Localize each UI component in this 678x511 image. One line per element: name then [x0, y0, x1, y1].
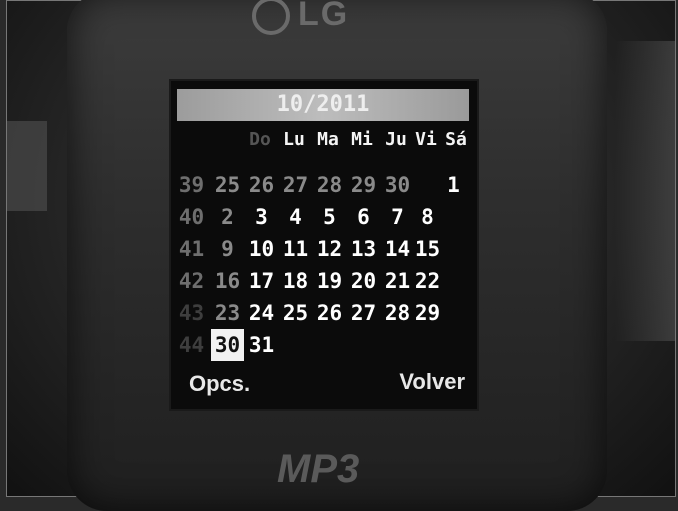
calendar-week-row: 39 25 26 27 28 29 30 1: [171, 169, 477, 201]
photo-frame: LG 10/2011 Do Lu Ma Mi Ju Vi Sá 39 25 26…: [6, 0, 676, 511]
calendar-week-row: 40 2 3 4 5 6 7 8: [171, 201, 477, 233]
day-cell[interactable]: 28: [313, 169, 346, 201]
day-cell[interactable]: 8: [411, 201, 444, 233]
day-cell[interactable]: 1: [437, 169, 470, 201]
day-cell[interactable]: 29: [411, 297, 444, 329]
day-cell[interactable]: 25: [211, 169, 244, 201]
week-number: 40: [178, 205, 205, 229]
day-cell[interactable]: 31: [245, 329, 278, 361]
day-cell[interactable]: 18: [279, 265, 312, 297]
options-softkey[interactable]: Opcs.: [189, 371, 250, 397]
day-cell[interactable]: 29: [347, 169, 380, 201]
logo-text: LG: [298, 0, 350, 33]
background-light: [615, 41, 675, 341]
day-cell[interactable]: 21: [381, 265, 414, 297]
weekday-label: Sá: [445, 129, 467, 150]
back-softkey[interactable]: Volver: [399, 369, 465, 395]
day-cell[interactable]: 6: [347, 201, 380, 233]
weekday-label: Mi: [351, 129, 373, 150]
weekday-label: Ma: [317, 129, 339, 150]
day-cell[interactable]: 7: [381, 201, 414, 233]
device-label: MP3: [277, 447, 360, 491]
weekday-label: Do: [249, 129, 271, 150]
day-cell[interactable]: 23: [211, 297, 244, 329]
day-cell[interactable]: 13: [347, 233, 380, 265]
calendar-week-row: 42 16 17 18 19 20 21 22: [171, 265, 477, 297]
weekday-label: Ju: [385, 129, 407, 150]
calendar-week-row: 43 23 24 25 26 27 28 29: [171, 297, 477, 329]
day-cell[interactable]: 28: [381, 297, 414, 329]
day-cell[interactable]: 3: [245, 201, 278, 233]
week-number: 41: [178, 237, 205, 261]
week-number: 43: [178, 301, 205, 325]
day-cell[interactable]: 10: [245, 233, 278, 265]
week-number: 42: [178, 269, 205, 293]
logo-circle-icon: [252, 0, 290, 36]
week-number: 44: [178, 333, 205, 357]
calendar-week-row: 41 9 10 11 12 13 14 15: [171, 233, 477, 265]
day-cell[interactable]: 26: [245, 169, 278, 201]
day-cell[interactable]: 24: [245, 297, 278, 329]
day-cell[interactable]: 14: [381, 233, 414, 265]
day-cell[interactable]: 30: [381, 169, 414, 201]
day-cell[interactable]: 19: [313, 265, 346, 297]
day-cell[interactable]: 25: [279, 297, 312, 329]
week-number: 39: [178, 173, 205, 197]
phone-screen: 10/2011 Do Lu Ma Mi Ju Vi Sá 39 25 26 27…: [169, 79, 479, 411]
weekday-header: Do Lu Ma Mi Ju Vi Sá: [171, 129, 477, 157]
day-cell[interactable]: 12: [313, 233, 346, 265]
day-cell[interactable]: 4: [279, 201, 312, 233]
day-cell[interactable]: 5: [313, 201, 346, 233]
selected-day-cell[interactable]: 30: [211, 329, 244, 361]
day-cell[interactable]: 20: [347, 265, 380, 297]
background-object: [7, 121, 47, 211]
weekday-label: Vi: [415, 129, 437, 150]
calendar-week-row: 44 30 31: [171, 329, 477, 361]
month-header[interactable]: 10/2011: [177, 89, 469, 121]
day-cell[interactable]: 9: [211, 233, 244, 265]
day-cell[interactable]: 27: [279, 169, 312, 201]
softkey-bar: Opcs. Volver: [177, 367, 473, 403]
day-cell[interactable]: 27: [347, 297, 380, 329]
day-cell[interactable]: 15: [411, 233, 444, 265]
day-cell[interactable]: 17: [245, 265, 278, 297]
day-cell[interactable]: 2: [211, 201, 244, 233]
day-cell[interactable]: 22: [411, 265, 444, 297]
day-cell[interactable]: 26: [313, 297, 346, 329]
day-cell[interactable]: 11: [279, 233, 312, 265]
weekday-label: Lu: [283, 129, 305, 150]
brand-logo: LG: [252, 0, 402, 36]
day-cell[interactable]: 16: [211, 265, 244, 297]
